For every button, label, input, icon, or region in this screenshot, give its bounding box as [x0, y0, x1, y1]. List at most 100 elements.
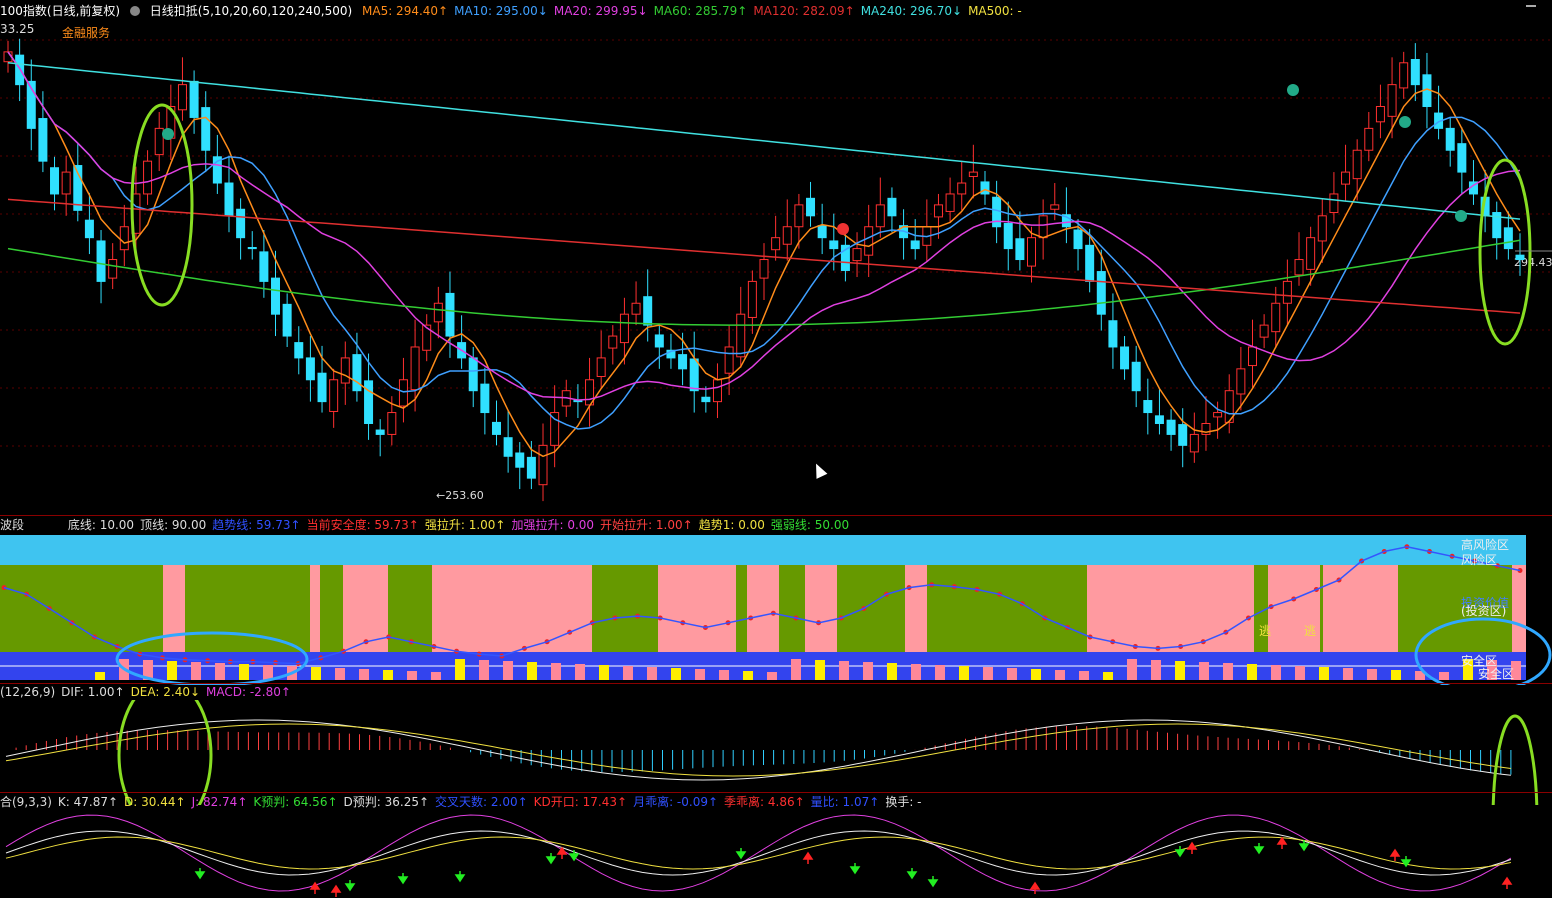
candle-body	[317, 372, 327, 403]
candle-body	[201, 107, 211, 151]
candle-body	[1143, 400, 1153, 414]
candle-body	[608, 335, 618, 349]
candle-body	[678, 354, 688, 370]
signal-marker-icon	[1399, 116, 1411, 128]
candle-body	[1213, 412, 1223, 418]
candle-body	[1189, 433, 1199, 453]
kdj-legend-item-3: J: 82.74↑	[191, 795, 248, 809]
macd-legend-item-0: (12,26,9)	[0, 685, 56, 699]
kdj-chart[interactable]	[0, 808, 1552, 898]
dea-line	[5, 723, 1511, 777]
candle-body	[491, 421, 501, 435]
arrow-down-icon	[1253, 843, 1265, 855]
candle-body	[1015, 238, 1025, 261]
band-bar	[1343, 668, 1353, 680]
band-bar	[263, 665, 273, 680]
band-legend-item-5: 加强拉升: 0.00	[511, 518, 595, 532]
candle-body	[1410, 59, 1420, 86]
band-bar	[455, 659, 465, 680]
candle-body	[1131, 361, 1141, 392]
band-bar	[959, 666, 969, 680]
highlight-ellipse	[1478, 158, 1532, 346]
arrow-up-icon	[1186, 841, 1198, 854]
signal-marker-icon	[1287, 84, 1299, 96]
kdj-legend-item-2: D: 30.44↑	[124, 795, 186, 809]
macd-header: (12,26,9) DIF: 1.00↑ DEA: 2.40↓ MACD: -2.80…	[0, 683, 303, 701]
candle-body	[398, 379, 408, 407]
band-bar	[239, 664, 249, 680]
band-bar	[695, 669, 705, 680]
band-legend-item-1: 顶线: 90.00	[140, 518, 207, 532]
candle-body	[643, 296, 653, 326]
candle-body	[1364, 127, 1374, 151]
kdj-legend-item-10: 量比: 1.07↑	[810, 795, 880, 809]
candle-body	[817, 225, 827, 239]
candle-body	[957, 182, 967, 195]
candle-body	[154, 127, 164, 156]
zone-risk: 风险区	[1461, 553, 1498, 567]
macd-legend-item-3: MACD: -2.80↑	[206, 685, 291, 699]
band-bar	[1247, 664, 1257, 680]
candle-body	[15, 54, 25, 86]
candle-body	[1027, 237, 1037, 267]
kdj-legend-item-5: D预判: 36.25↑	[343, 795, 430, 809]
band-chart[interactable]	[0, 535, 1552, 685]
escape-label-2: 逃	[1304, 624, 1317, 638]
candle-body	[1154, 415, 1164, 424]
candle-body	[1329, 193, 1339, 214]
candle-body	[1096, 271, 1106, 315]
zone-band-pink	[1323, 565, 1381, 652]
candle-body	[945, 193, 955, 212]
candle-body	[526, 456, 536, 479]
candle-body	[747, 280, 757, 318]
band-legend-item-7: 趋势1: 0.00	[698, 518, 765, 532]
arrow-down-icon	[735, 848, 747, 860]
candle-body	[177, 84, 187, 111]
band-bar	[1295, 666, 1305, 680]
band-bar	[1151, 660, 1161, 680]
arrow-up-icon	[1276, 836, 1288, 849]
candle-body	[1259, 324, 1269, 338]
band-header: 波段 底线: 10.00 顶线: 90.00 趋势线: 59.73↑ 当前安全度: 5…	[0, 516, 861, 534]
candle-body	[968, 171, 978, 177]
candle-body	[1271, 302, 1281, 333]
zone-safe-2: 安全区	[1478, 667, 1515, 681]
candle-body	[236, 208, 246, 239]
band-bar	[1007, 668, 1017, 680]
candle-body	[596, 357, 606, 377]
candle-body	[1236, 368, 1246, 395]
candle-body	[1247, 346, 1257, 367]
kdj-legend-item-11: 换手: -	[885, 795, 922, 809]
band-bar	[95, 672, 105, 680]
band-bar	[1391, 670, 1401, 680]
candle-body	[1294, 259, 1304, 276]
candle-body	[503, 437, 513, 457]
ma-line-MA10	[7, 51, 1521, 430]
candle-body	[887, 197, 897, 217]
arrow-up-icon	[330, 884, 342, 897]
candle-body	[352, 354, 362, 392]
band-bar	[575, 664, 585, 680]
candle-body	[282, 303, 292, 337]
candle-body	[410, 346, 420, 391]
candlestick-chart[interactable]	[0, 0, 1552, 515]
macd-chart[interactable]	[0, 700, 1552, 805]
band-bar	[335, 668, 345, 680]
band-bar	[647, 667, 657, 680]
band-bar	[743, 671, 753, 680]
highlight-ellipse	[117, 700, 213, 805]
candle-body	[84, 219, 94, 239]
candle-body	[387, 412, 397, 435]
candle-body	[1166, 419, 1176, 435]
arrow-down-icon	[568, 850, 580, 862]
candle-body	[61, 171, 71, 195]
candle-body	[864, 226, 874, 256]
band-bar	[599, 665, 609, 680]
candle-body	[143, 160, 153, 195]
candle-body	[108, 259, 118, 279]
band-bar	[1319, 667, 1329, 680]
arrow-down-icon	[927, 876, 939, 888]
band-bar	[1175, 661, 1185, 680]
candle-body	[433, 302, 443, 323]
candle-body	[689, 358, 699, 392]
